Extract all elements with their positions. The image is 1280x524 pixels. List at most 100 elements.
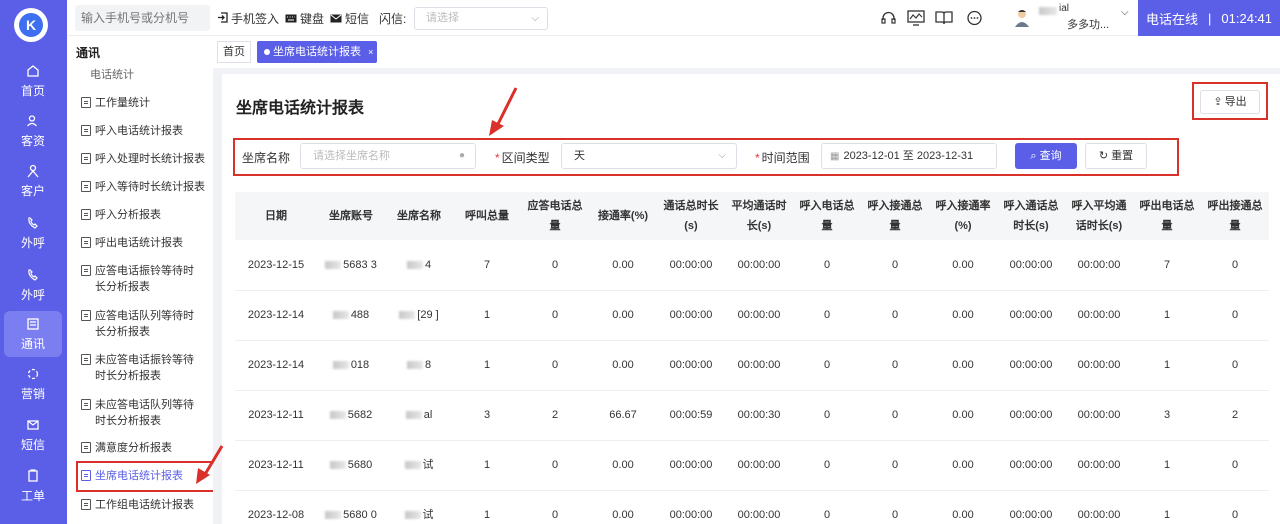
query-button[interactable]: ⌕ 查询 [1015,143,1077,169]
sidebar-item-group-report[interactable]: 工作组电话统计报表 [81,497,211,513]
tab-agent-report[interactable]: 坐席电话统计报表 × [257,41,377,63]
redaction-mask [406,361,423,370]
user-name-line1: ial [1059,3,1070,14]
table-cell: 00:00:00 [725,290,793,341]
table-row[interactable]: 2023-12-11 5680 试 1 0 0.00 00:00:00 00:00:00 0 0 0… [235,440,1269,491]
outbound-call-2-icon [25,267,41,283]
table-cell: 2023-12-11 [235,390,317,441]
column-header: 坐席账号 [317,192,385,240]
sidebar-item-unanswered-queue[interactable]: 未应答电话队列等待时长分析报表 [81,397,199,429]
sidebar-item-workload[interactable]: 工作量统计 [81,95,211,111]
masked-text: [29 ] [417,309,439,321]
sidebar-item-outbound-report[interactable]: 呼出电话统计报表 [81,235,211,251]
table-cell: 2 [521,390,589,441]
table-cell: 0 [1201,440,1269,491]
table-cell: 00:00:00 [725,240,793,291]
redaction-mask [329,461,346,470]
document-icon [81,153,91,164]
column-header: 通话总时长(s) [657,192,725,240]
rail-item-sms[interactable]: 短信 [4,412,62,458]
masked-text: 4 [424,258,432,271]
monitor-chart-icon[interactable] [906,8,926,28]
masked-text: 5682 [347,409,373,421]
agent-placeholder: 请选择坐席名称 [313,150,390,162]
sidebar-item-unanswered-ring[interactable]: 未应答电话振铃等待时长分析报表 [81,352,199,384]
user-menu[interactable]: ial 多多功... ⌵ [1013,3,1133,33]
sidebar-item-inbound-report[interactable]: 呼入电话统计报表 [81,123,211,139]
agent-select[interactable]: 请选择坐席名称 ● [300,143,476,169]
table-cell: 00:00:30 [725,390,793,441]
table-cell: 0 [1201,290,1269,341]
table-row[interactable]: 2023-12-11 5682 al 3 2 66.67 00:00:59 00:00:30 0… [235,390,1269,441]
column-header: 呼入通话总时长(s) [997,192,1065,240]
sidebar-item-answered-ring[interactable]: 应答电话振铃等待时长分析报表 [81,263,199,295]
sign-in-button[interactable]: 手机签入 [217,10,279,27]
sidebar-item-inbound-wait[interactable]: 呼入等待时长统计报表 [81,179,211,195]
rail-item-outbound[interactable]: 外呼 [4,210,62,256]
table-cell: 00:00:00 [997,290,1065,341]
redaction-mask [399,311,416,320]
column-header: 呼叫总量 [453,192,521,240]
column-header: 呼入接通总量 [861,192,929,240]
tab-home[interactable]: 首页 [217,41,251,63]
table-row[interactable]: 2023-12-14 488 [29 ] 1 0 0.00 00:00:00 00:00:00… [235,290,1269,341]
rail-item-leads[interactable]: 客资 [4,108,62,154]
rail-item-ticket[interactable]: 工单 [4,463,62,509]
table-row[interactable]: 2023-12-08 5680 0 试 1 0 0.00 00:00:00 00:00:00 0… [235,490,1269,524]
keyboard-button[interactable]: 键盘 [285,10,324,27]
interval-label: * 区间类型 [495,149,550,166]
sidebar-item-inbound-handle[interactable]: 呼入处理时长统计报表 [81,151,211,167]
export-label: 导出 [1224,96,1247,108]
close-icon[interactable]: × [368,47,373,57]
sms-button[interactable]: 短信 [330,10,369,27]
masked-text: 5680 [347,459,373,471]
date-range-picker[interactable]: ▦ 2023-12-01 至 2023-12-31 [821,143,997,169]
sidebar-item-inbound-analysis[interactable]: 呼入分析报表 [81,207,211,223]
table-cell: 1 [1133,440,1201,491]
redaction-mask [332,311,349,320]
user-name-mask [1039,7,1057,15]
table-cell: 018 [317,340,385,391]
phone-input[interactable] [75,5,210,31]
sidebar-item-label: 呼入等待时长统计报表 [95,181,205,193]
export-button[interactable]: ⇪ 导出 [1200,90,1260,114]
export-highlight: ⇪ 导出 [1192,82,1268,120]
table-cell: 66.67 [589,390,657,441]
rail-item-customer[interactable]: 客户 [4,158,62,204]
tab-bar: 通讯 首页 坐席电话统计报表 × [67,36,1280,68]
filter-bar: 坐席名称 请选择坐席名称 ● * 区间类型 天 ⌵ * 时间范围 ▦ 2023-12-… [233,138,1179,176]
app-logo[interactable]: K [14,8,48,42]
table-cell: 8 [385,340,453,391]
keyboard-label: 键盘 [300,12,325,26]
table-cell: 00:00:00 [725,340,793,391]
rail-item-home[interactable]: 首页 [4,58,62,104]
table-row[interactable]: 2023-12-15 5683 3 4 7 0 0.00 00:00:00 00:00:00 0… [235,240,1269,291]
interval-select[interactable]: 天 ⌵ [561,143,737,169]
logo-mark: K [19,13,43,37]
headset-icon[interactable] [878,8,898,28]
table-cell: 0 [861,440,929,491]
table-row[interactable]: 2023-12-14 018 8 1 0 0.00 00:00:00 00:00:00 0 0 0.… [235,340,1269,391]
status-divider: | [1208,10,1212,26]
book-icon[interactable] [934,8,954,28]
call-status-label: 电话在线 [1146,11,1199,27]
call-status-button[interactable]: 电话在线 | 01:24:41 [1138,0,1280,36]
redaction-mask [404,511,421,520]
rail-item-communication[interactable]: 通讯 [4,311,62,357]
chat-icon[interactable] [964,8,984,28]
sidebar-item-answered-queue[interactable]: 应答电话队列等待时长分析报表 [81,308,199,340]
flash-select[interactable]: 请选择 ⌵ [414,7,548,30]
reset-button[interactable]: ↻ 重置 [1085,143,1147,169]
rail-label: 客资 [20,134,45,148]
rail-label: 客户 [20,184,45,198]
top-bar: 手机签入 键盘 短信 闪信: 请选择 ⌵ ial 多多功... ⌵ [67,0,1280,36]
required-mark: * [755,151,760,165]
table-cell: 0 [861,240,929,291]
rail-item-outbound-2[interactable]: 外呼 [4,262,62,308]
refresh-icon: ↻ [1098,150,1109,162]
rail-item-marketing[interactable]: 营销 [4,361,62,407]
sidebar-item-label: 坐席电话统计报表 [95,470,183,482]
table-cell: al [385,390,453,441]
table-cell: 0.00 [589,440,657,491]
table-cell: 488 [317,290,385,341]
